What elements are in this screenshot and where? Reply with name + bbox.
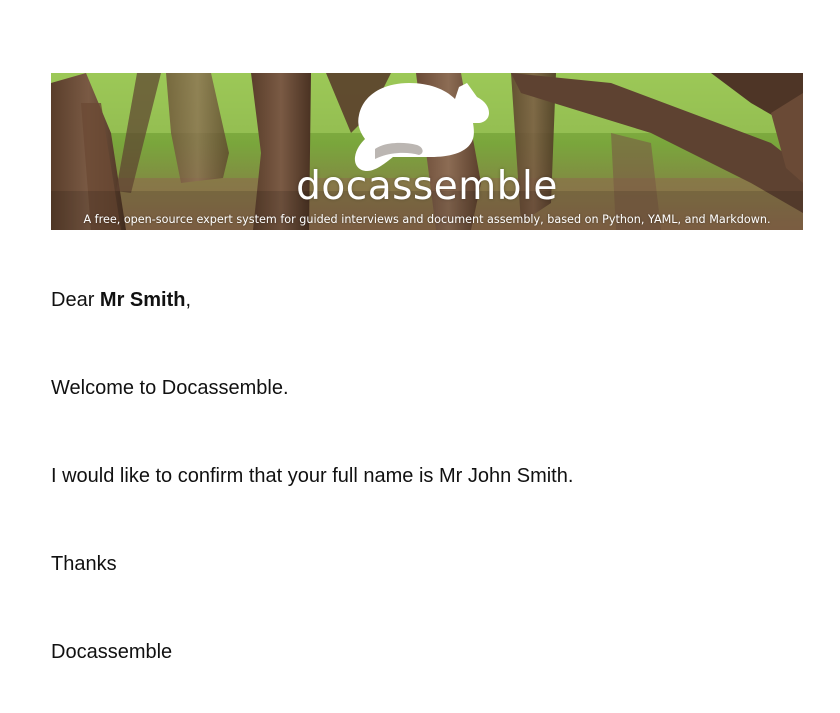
greeting-prefix: Dear (51, 289, 100, 311)
letter-body: Dear Mr Smith, Welcome to Docassemble. I… (51, 285, 791, 667)
cat-icon (354, 83, 489, 171)
logo-wordmark: docassemble (296, 164, 558, 209)
recipient-name: Mr Smith (99, 289, 186, 311)
confirm-line: I would like to confirm that your full n… (51, 465, 574, 487)
welcome-line: Welcome to Docassemble. (51, 377, 289, 399)
signature-line: Docassemble (51, 641, 173, 663)
closing-line: Thanks (51, 553, 117, 575)
greeting-line: Dear Mr Smith, (51, 285, 791, 315)
greeting-suffix: , (185, 289, 192, 311)
banner-tagline: A free, open-source expert system for gu… (83, 213, 771, 226)
header-banner: docassemble A free, open-source expert s… (51, 73, 803, 230)
